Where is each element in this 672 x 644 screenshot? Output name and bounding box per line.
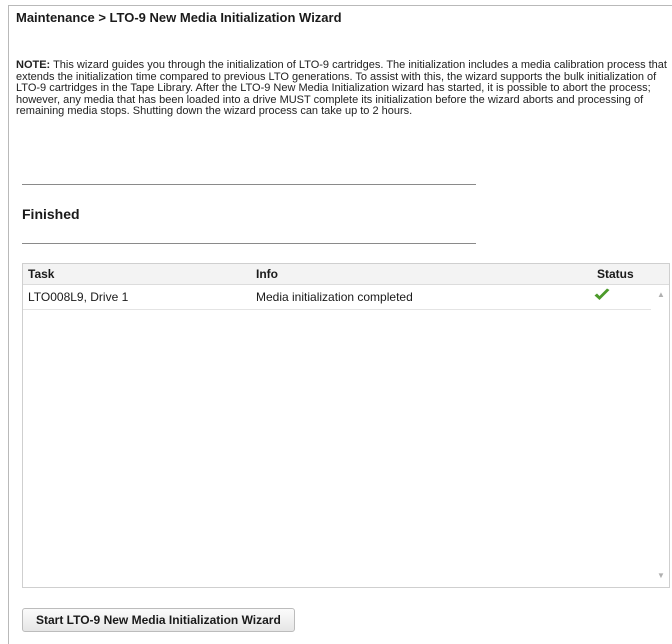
scroll-down-arrow-icon[interactable]: ▼ (655, 571, 667, 581)
column-header-task[interactable]: Task (28, 267, 54, 281)
scroll-up-arrow-icon[interactable]: ▲ (655, 290, 667, 300)
green-checkmark-icon (594, 288, 610, 300)
column-header-status[interactable]: Status (597, 267, 634, 281)
task-table: Task Info Status LTO008L9, Drive 1 Media… (22, 263, 670, 588)
divider (22, 184, 476, 185)
divider (22, 243, 476, 244)
note-body: This wizard guides you through the initi… (16, 59, 667, 117)
page-title: Maintenance > LTO-9 New Media Initializa… (16, 10, 342, 25)
section-heading: Finished (22, 206, 80, 222)
note-text: NOTE: This wizard guides you through the… (16, 59, 668, 118)
table-row[interactable]: LTO008L9, Drive 1 Media initialization c… (23, 285, 651, 310)
note-label: NOTE: (16, 59, 51, 71)
column-header-info[interactable]: Info (256, 267, 278, 281)
start-wizard-button[interactable]: Start LTO-9 New Media Initialization Wiz… (22, 608, 295, 632)
info-cell: Media initialization completed (256, 290, 413, 304)
table-header: Task Info Status (23, 264, 669, 285)
task-cell: LTO008L9, Drive 1 (28, 290, 129, 304)
